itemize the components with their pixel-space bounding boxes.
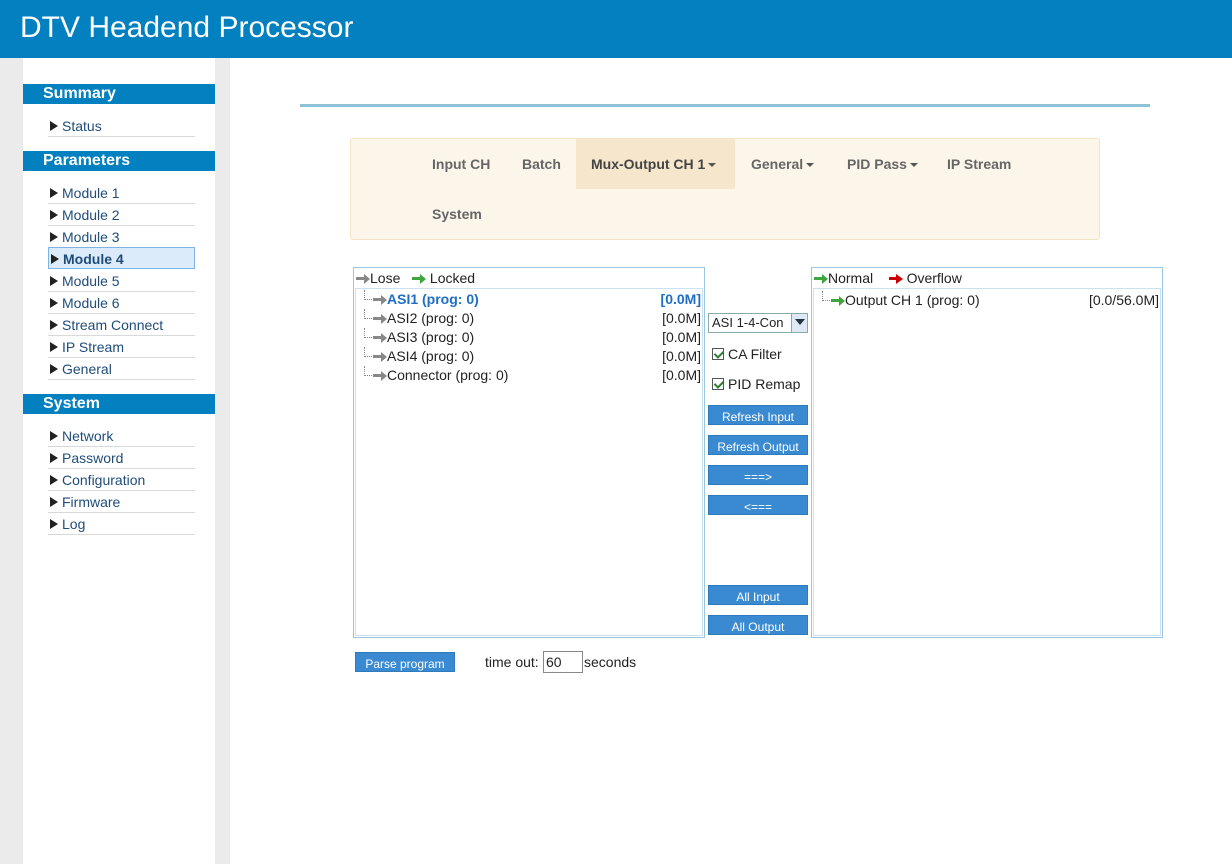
triangle-right-icon bbox=[50, 232, 58, 242]
sidebar-section-parameters: Parameters bbox=[23, 151, 215, 171]
triangle-right-icon bbox=[50, 475, 58, 485]
caret-down-icon bbox=[708, 163, 717, 167]
checkbox-checked-icon bbox=[712, 378, 724, 390]
tree-connector bbox=[364, 290, 372, 300]
triangle-right-icon bbox=[50, 121, 58, 131]
output-tree bbox=[813, 288, 1161, 636]
tab-system[interactable]: System bbox=[417, 189, 497, 239]
triangle-right-icon bbox=[50, 188, 58, 198]
timeout-row: time out: bbox=[485, 654, 539, 670]
tab-pid-pass[interactable]: PID Pass bbox=[832, 139, 933, 189]
all-output-button[interactable]: All Output bbox=[708, 615, 808, 635]
tree-connector bbox=[364, 347, 372, 357]
sidebar-item-password[interactable]: Password bbox=[48, 447, 195, 469]
input-row-asi1[interactable]: ASI1 (prog: 0) [0.0M] bbox=[364, 290, 702, 309]
input-row-connector[interactable]: Connector (prog: 0) [0.0M] bbox=[364, 366, 702, 385]
triangle-right-icon bbox=[50, 342, 58, 352]
tree-connector bbox=[364, 366, 372, 376]
pid-remap-checkbox[interactable]: PID Remap bbox=[712, 376, 800, 392]
locked-arrow-icon bbox=[412, 274, 427, 284]
sidebar: Summary Status Parameters Module 1 Modul… bbox=[23, 58, 215, 864]
sidebar-item-stream-connect[interactable]: Stream Connect bbox=[48, 314, 195, 336]
output-row-ch1[interactable]: Output CH 1 (prog: 0) [0.0/56.0M] bbox=[822, 291, 1160, 310]
lose-arrow-icon bbox=[356, 274, 370, 284]
refresh-input-button[interactable]: Refresh Input bbox=[708, 405, 808, 425]
input-row-asi4[interactable]: ASI4 (prog: 0) [0.0M] bbox=[364, 347, 702, 366]
sidebar-item-ip-stream[interactable]: IP Stream bbox=[48, 336, 195, 358]
triangle-right-icon bbox=[50, 364, 58, 374]
tab-input-ch[interactable]: Input CH bbox=[417, 139, 505, 189]
input-row-asi3[interactable]: ASI3 (prog: 0) [0.0M] bbox=[364, 328, 702, 347]
sidebar-item-status[interactable]: Status bbox=[48, 115, 195, 137]
seconds-label: seconds bbox=[584, 654, 637, 670]
lose-arrow-icon bbox=[373, 314, 387, 324]
all-input-button[interactable]: All Input bbox=[708, 585, 808, 605]
divider bbox=[300, 104, 1150, 107]
ca-filter-checkbox[interactable]: CA Filter bbox=[712, 346, 782, 362]
triangle-right-icon bbox=[50, 320, 58, 330]
sidebar-item-network[interactable]: Network bbox=[48, 425, 195, 447]
checkbox-checked-icon bbox=[712, 348, 724, 360]
triangle-right-icon bbox=[50, 210, 58, 220]
tree-connector bbox=[822, 291, 830, 301]
sidebar-item-log[interactable]: Log bbox=[48, 513, 195, 535]
refresh-output-button[interactable]: Refresh Output bbox=[708, 435, 808, 455]
triangle-right-icon bbox=[50, 453, 58, 463]
input-legend: Lose Locked bbox=[356, 270, 475, 286]
main-content: Input CH Batch Mux-Output CH 1 General P… bbox=[230, 58, 1232, 864]
sidebar-item-firmware[interactable]: Firmware bbox=[48, 491, 195, 513]
tab-general[interactable]: General bbox=[736, 139, 829, 189]
chevron-down-icon bbox=[791, 314, 807, 332]
add-program-button[interactable]: ===> bbox=[708, 465, 808, 485]
triangle-right-icon bbox=[50, 298, 58, 308]
output-tree-panel: Normal Overflow Output CH 1 (prog: 0) [0… bbox=[811, 267, 1163, 638]
tab-ip-stream[interactable]: IP Stream bbox=[932, 139, 1026, 189]
timeout-input[interactable]: 60 bbox=[543, 651, 583, 673]
lose-arrow-icon bbox=[373, 333, 387, 343]
sidebar-item-module-3[interactable]: Module 3 bbox=[48, 226, 195, 248]
tab-bar: Input CH Batch Mux-Output CH 1 General P… bbox=[350, 138, 1100, 240]
parse-program-button[interactable]: Parse program bbox=[355, 652, 455, 672]
triangle-right-icon bbox=[51, 254, 59, 264]
app-header: DTV Headend Processor bbox=[0, 0, 1232, 58]
input-row-asi2[interactable]: ASI2 (prog: 0) [0.0M] bbox=[364, 309, 702, 328]
lose-arrow-icon bbox=[373, 371, 387, 381]
sidebar-item-configuration[interactable]: Configuration bbox=[48, 469, 195, 491]
tree-connector bbox=[364, 309, 372, 319]
triangle-right-icon bbox=[50, 519, 58, 529]
sidebar-item-module-5[interactable]: Module 5 bbox=[48, 270, 195, 292]
lose-arrow-icon bbox=[373, 352, 387, 362]
sidebar-section-system: System bbox=[23, 394, 215, 414]
sidebar-item-module-2[interactable]: Module 2 bbox=[48, 204, 195, 226]
sidebar-item-module-4[interactable]: Module 4 bbox=[48, 247, 195, 269]
sidebar-section-summary: Summary bbox=[23, 84, 215, 104]
input-tree-panel: Lose Locked ASI1 (prog: 0) [0.0M] ASI2 (… bbox=[353, 267, 705, 638]
tree-connector bbox=[364, 328, 372, 338]
triangle-right-icon bbox=[50, 431, 58, 441]
tab-batch[interactable]: Batch bbox=[507, 139, 576, 189]
remove-program-button[interactable]: <=== bbox=[708, 495, 808, 515]
sidebar-item-general[interactable]: General bbox=[48, 358, 195, 380]
tab-mux-output-ch-1[interactable]: Mux-Output CH 1 bbox=[576, 139, 735, 189]
output-legend: Normal Overflow bbox=[814, 270, 962, 286]
sidebar-item-module-1[interactable]: Module 1 bbox=[48, 182, 195, 204]
caret-down-icon bbox=[806, 163, 815, 167]
sidebar-item-module-6[interactable]: Module 6 bbox=[48, 292, 195, 314]
normal-arrow-icon bbox=[831, 296, 845, 306]
normal-arrow-icon bbox=[814, 274, 828, 284]
caret-down-icon bbox=[909, 163, 918, 167]
overflow-arrow-icon bbox=[888, 274, 903, 284]
source-select[interactable]: ASI 1-4-Con bbox=[708, 313, 808, 333]
triangle-right-icon bbox=[50, 497, 58, 507]
triangle-right-icon bbox=[50, 276, 58, 286]
app-title: DTV Headend Processor bbox=[20, 11, 354, 44]
lose-arrow-icon bbox=[373, 295, 387, 305]
